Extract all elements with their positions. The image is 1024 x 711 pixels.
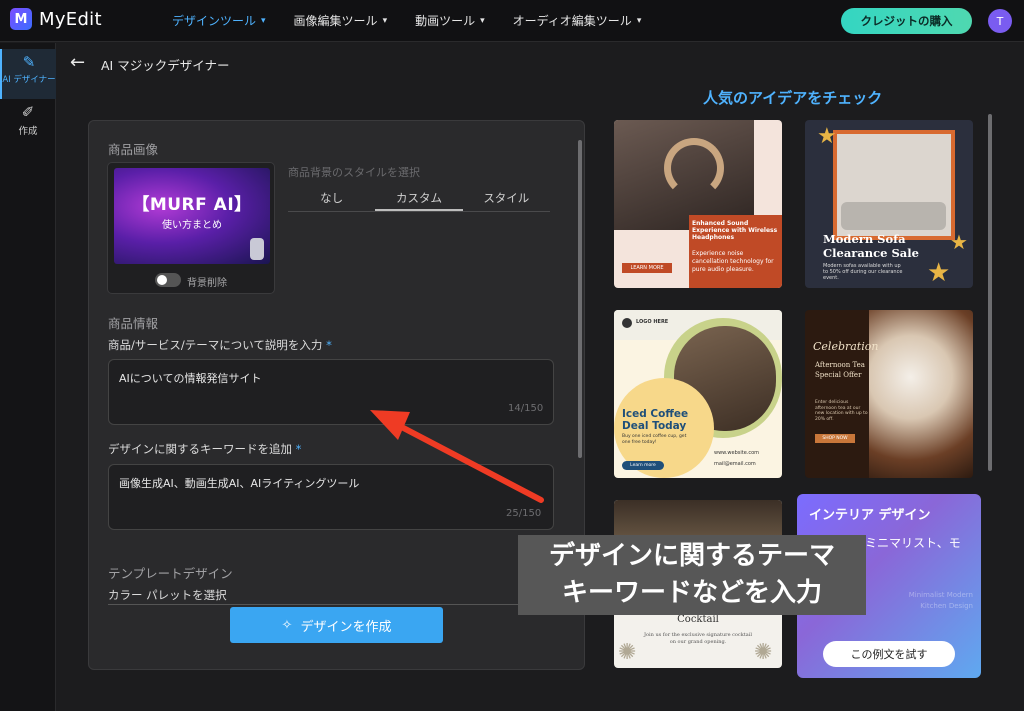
annotation-arrow — [370, 410, 544, 503]
arrow-head — [370, 410, 410, 440]
callout-line-1: デザインに関するテーマ — [548, 541, 835, 571]
arrow-shaft — [389, 419, 544, 503]
annotation-callout: デザインに関するテーマ キーワードなどを入力 — [518, 535, 866, 615]
callout-line-2: キーワードなどを入力 — [561, 578, 822, 608]
